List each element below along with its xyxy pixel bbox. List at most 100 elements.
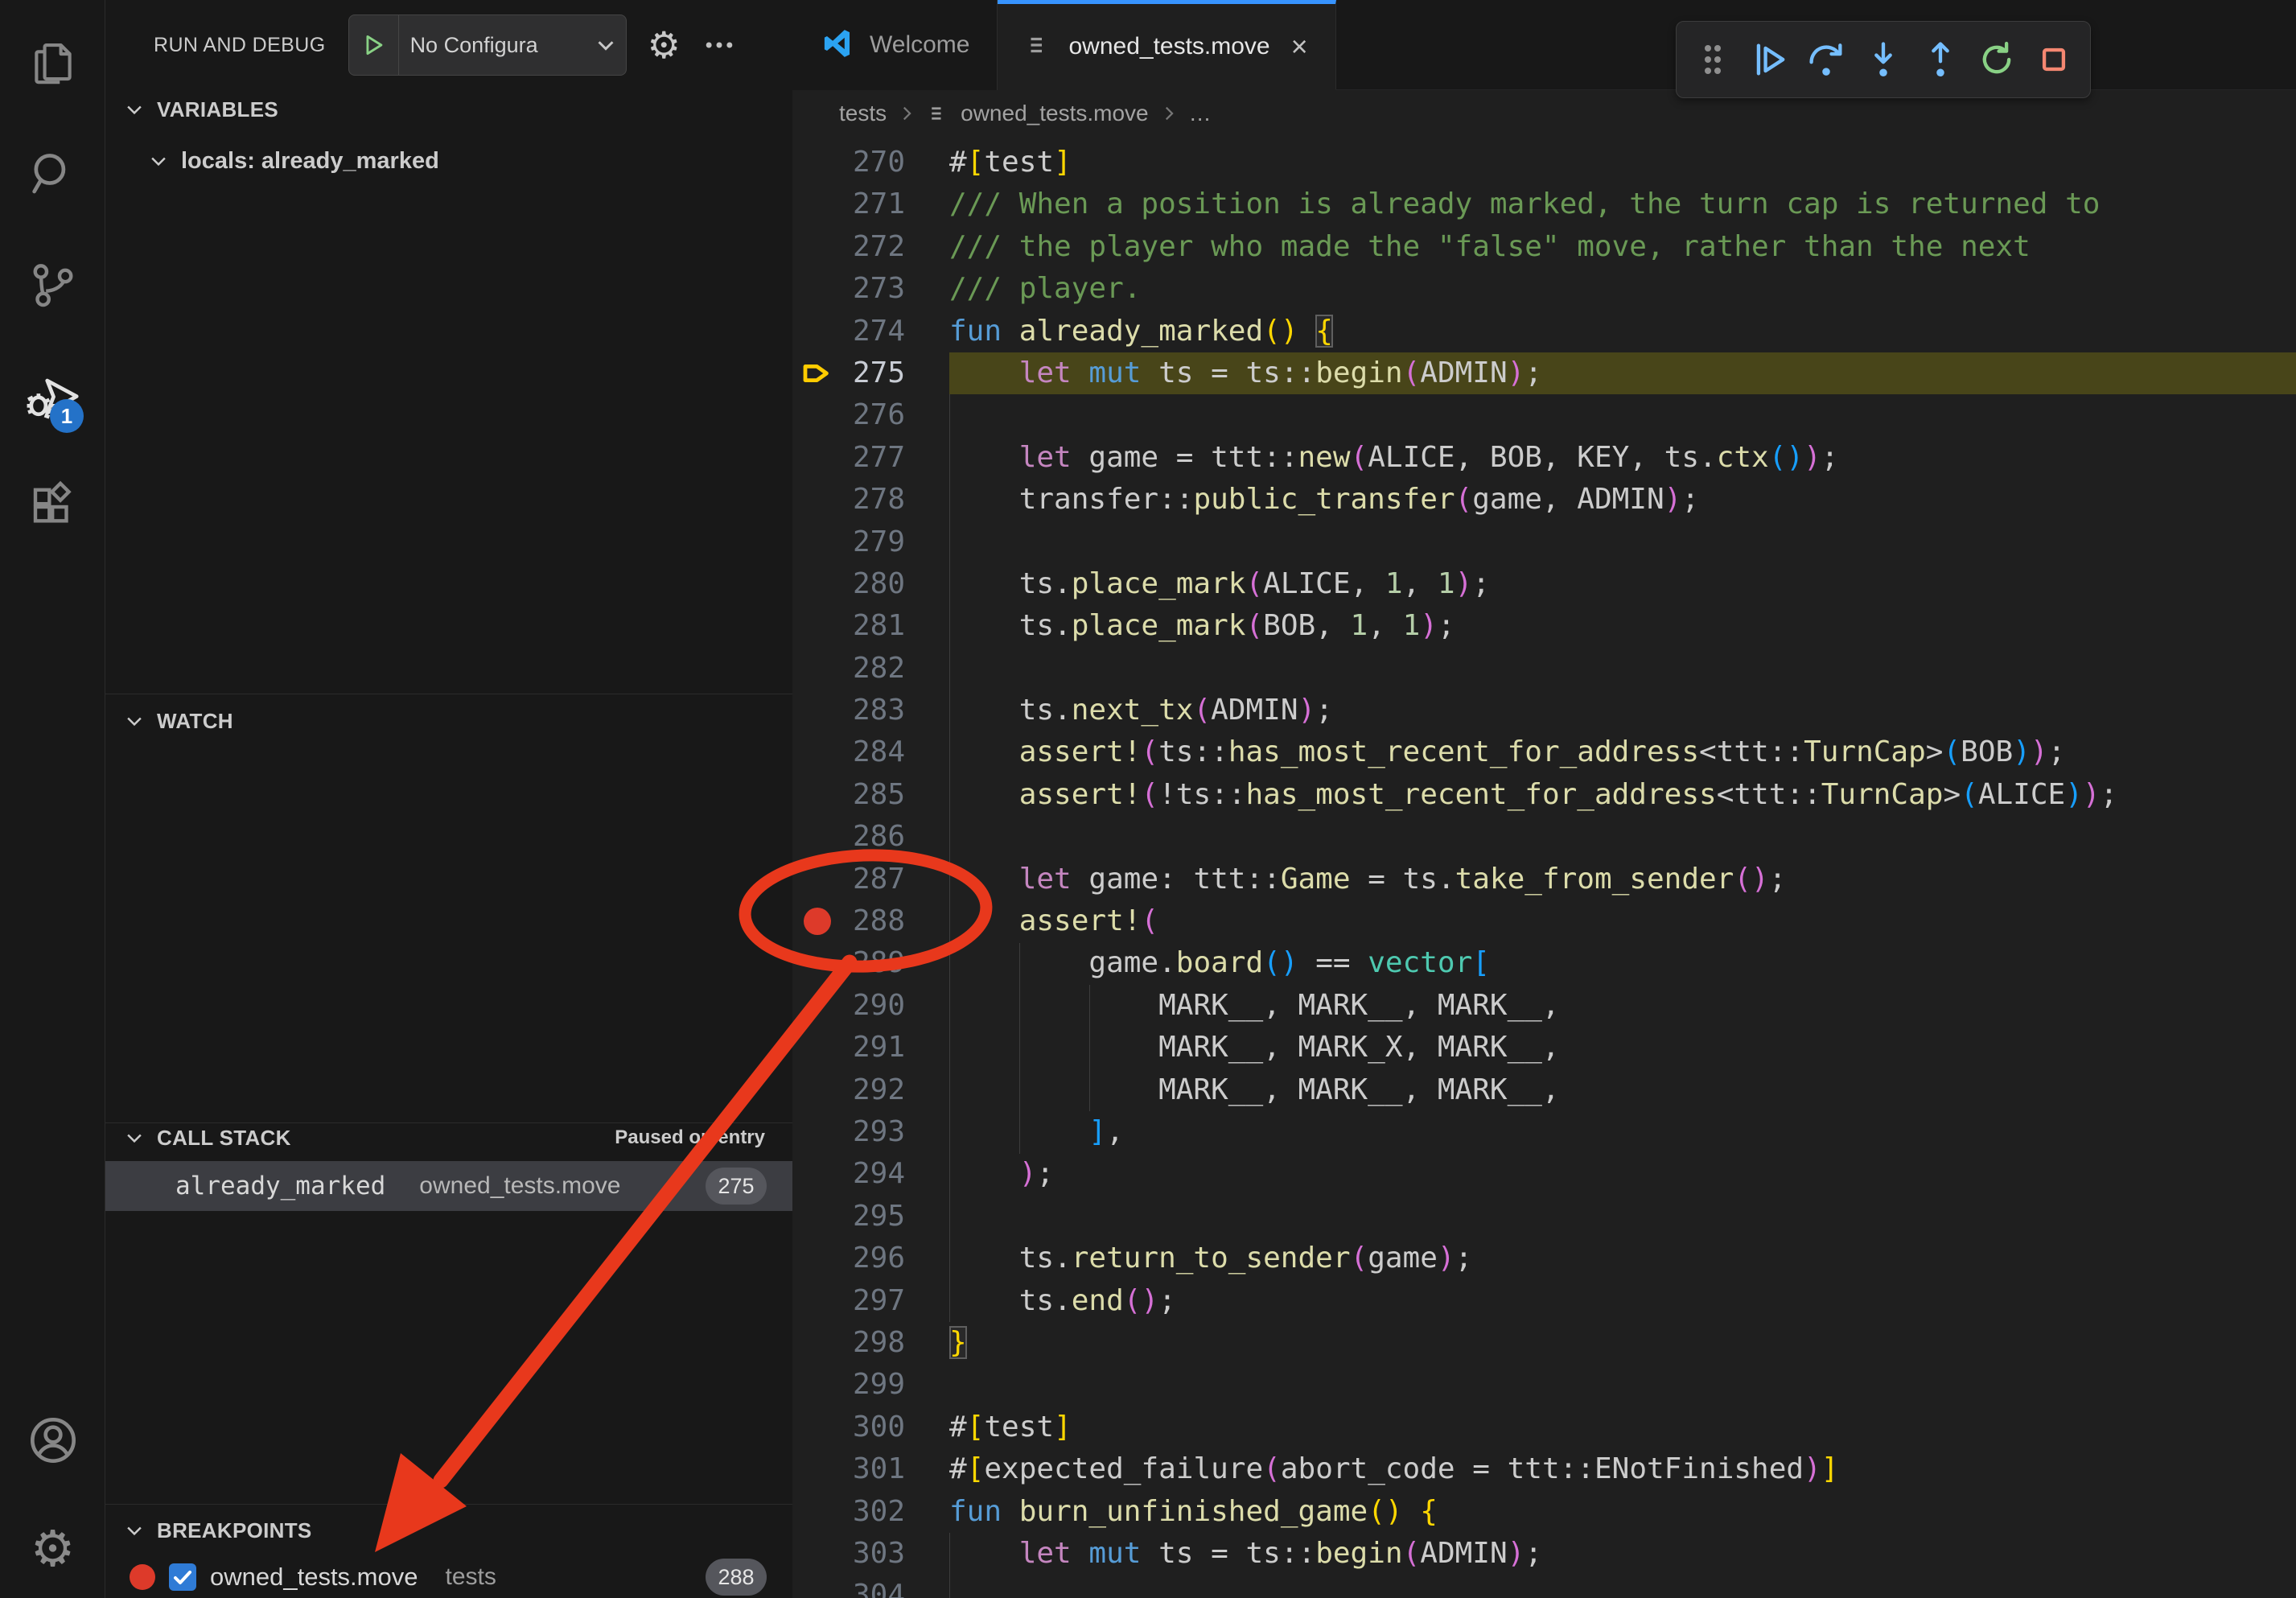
glyph-margin[interactable] xyxy=(792,605,842,647)
step-into-icon[interactable] xyxy=(1858,33,1909,86)
code-gutter[interactable]: 299 xyxy=(792,1364,949,1406)
launch-configuration-button[interactable]: No Configura xyxy=(348,14,627,76)
code-line-content[interactable]: ts.end(); xyxy=(949,1280,2296,1322)
tab-owned-tests-move[interactable]: owned_tests.move × xyxy=(998,0,1335,90)
account-icon[interactable] xyxy=(0,1400,105,1481)
code-gutter[interactable]: 288 xyxy=(792,900,949,942)
code-line-content[interactable]: assert!(!ts::has_most_recent_for_address… xyxy=(949,774,2296,816)
code-gutter[interactable]: 272 xyxy=(792,226,949,268)
glyph-margin[interactable] xyxy=(792,521,842,563)
code-line-content[interactable]: fun already_marked() { xyxy=(949,311,2296,352)
breakpoint-glyph-icon[interactable] xyxy=(792,900,842,942)
code-line-content[interactable]: let mut ts = ts::begin(ADMIN); xyxy=(949,1533,2296,1575)
code-line-content[interactable]: } xyxy=(949,1322,2296,1364)
code-line-content[interactable] xyxy=(949,816,2296,858)
glyph-margin[interactable] xyxy=(792,816,842,858)
settings-gear-icon[interactable]: ⚙ xyxy=(0,1509,105,1590)
breakpoint-list-item[interactable]: owned_tests.move tests 288 xyxy=(105,1556,792,1598)
glyph-margin[interactable] xyxy=(792,1069,842,1111)
code-gutter[interactable]: 296 xyxy=(792,1238,949,1279)
code-gutter[interactable]: 295 xyxy=(792,1196,949,1238)
code-gutter[interactable]: 294 xyxy=(792,1153,949,1195)
explorer-icon[interactable] xyxy=(0,23,105,103)
code-line-content[interactable]: /// player. xyxy=(949,268,2296,310)
code-line-content[interactable]: transfer::public_transfer(game, ADMIN); xyxy=(949,479,2296,521)
code-line-content[interactable]: assert!( xyxy=(949,900,2296,942)
glyph-margin[interactable] xyxy=(792,690,842,731)
code-gutter[interactable]: 286 xyxy=(792,816,949,858)
code-line-content[interactable]: MARK__, MARK__, MARK__, xyxy=(949,1069,2296,1111)
continue-icon[interactable] xyxy=(1745,33,1796,86)
code-gutter[interactable]: 270 xyxy=(792,142,949,183)
code-line-content[interactable]: ts.return_to_sender(game); xyxy=(949,1238,2296,1279)
glyph-margin[interactable] xyxy=(792,648,842,690)
code-line-content[interactable]: /// the player who made the "false" move… xyxy=(949,226,2296,268)
glyph-margin[interactable] xyxy=(792,774,842,816)
code-line-content[interactable] xyxy=(949,648,2296,690)
code-gutter[interactable]: 290 xyxy=(792,985,949,1027)
code-gutter[interactable]: 282 xyxy=(792,648,949,690)
debug-settings-gear-icon[interactable]: ⚙ xyxy=(648,27,681,64)
glyph-margin[interactable] xyxy=(792,437,842,479)
glyph-margin[interactable] xyxy=(792,1238,842,1279)
close-icon[interactable]: × xyxy=(1291,32,1308,61)
code-line-content[interactable]: let game = ttt::new(ALICE, BOB, KEY, ts.… xyxy=(949,437,2296,479)
glyph-margin[interactable] xyxy=(792,226,842,268)
code-line-content[interactable]: MARK__, MARK__, MARK__, xyxy=(949,985,2296,1027)
stop-icon[interactable] xyxy=(2028,33,2079,86)
glyph-margin[interactable] xyxy=(792,1196,842,1238)
glyph-margin[interactable] xyxy=(792,1364,842,1406)
breadcrumb-symbol[interactable]: … xyxy=(1189,101,1212,126)
glyph-margin[interactable] xyxy=(792,985,842,1027)
drag-handle[interactable] xyxy=(1688,33,1738,86)
code-gutter[interactable]: 271 xyxy=(792,183,949,225)
glyph-margin[interactable] xyxy=(792,1153,842,1195)
code-gutter[interactable]: 279 xyxy=(792,521,949,563)
glyph-margin[interactable] xyxy=(792,563,842,605)
code-line-content[interactable]: fun burn_unfinished_game() { xyxy=(949,1491,2296,1533)
code-gutter[interactable]: 283 xyxy=(792,690,949,731)
code-gutter[interactable]: 300 xyxy=(792,1406,949,1448)
variables-section-header[interactable]: VARIABLES xyxy=(105,85,792,134)
code-gutter[interactable]: 303 xyxy=(792,1533,949,1575)
glyph-margin[interactable] xyxy=(792,1575,842,1598)
glyph-margin[interactable] xyxy=(792,1533,842,1575)
code-line-content[interactable]: ], xyxy=(949,1111,2296,1153)
tab-welcome[interactable]: Welcome xyxy=(792,0,998,90)
watch-section-header[interactable]: WATCH xyxy=(105,697,792,745)
code-gutter[interactable]: 284 xyxy=(792,731,949,773)
code-gutter[interactable]: 292 xyxy=(792,1069,949,1111)
code-gutter[interactable]: 275 xyxy=(792,352,949,394)
code-line-content[interactable]: #[test] xyxy=(949,142,2296,183)
current-statement-arrow-icon[interactable] xyxy=(792,352,842,394)
code-gutter[interactable]: 293 xyxy=(792,1111,949,1153)
glyph-margin[interactable] xyxy=(792,1322,842,1364)
code-line-content[interactable]: ); xyxy=(949,1153,2296,1195)
glyph-margin[interactable] xyxy=(792,183,842,225)
code-gutter[interactable]: 302 xyxy=(792,1491,949,1533)
code-line-content[interactable] xyxy=(949,1196,2296,1238)
call-stack-frame-row[interactable]: already_marked owned_tests.move 275 xyxy=(105,1161,792,1211)
glyph-margin[interactable] xyxy=(792,1491,842,1533)
code-line-content[interactable]: ts.place_mark(BOB, 1, 1); xyxy=(949,605,2296,647)
glyph-margin[interactable] xyxy=(792,1280,842,1322)
code-gutter[interactable]: 285 xyxy=(792,774,949,816)
glyph-margin[interactable] xyxy=(792,731,842,773)
glyph-margin[interactable] xyxy=(792,311,842,352)
code-gutter[interactable]: 281 xyxy=(792,605,949,647)
code-line-content[interactable]: MARK__, MARK_X, MARK__, xyxy=(949,1027,2296,1069)
code-line-content[interactable] xyxy=(949,1575,2296,1598)
code-line-content[interactable]: let game: ttt::Game = ts.take_from_sende… xyxy=(949,859,2296,900)
code-line-content[interactable]: #[test] xyxy=(949,1406,2296,1448)
code-line-content[interactable]: ts.place_mark(ALICE, 1, 1); xyxy=(949,563,2296,605)
restart-icon[interactable] xyxy=(1972,33,2022,86)
code-gutter[interactable]: 291 xyxy=(792,1027,949,1069)
glyph-margin[interactable] xyxy=(792,479,842,521)
glyph-margin[interactable] xyxy=(792,142,842,183)
code-line-content[interactable]: ts.next_tx(ADMIN); xyxy=(949,690,2296,731)
code-gutter[interactable]: 276 xyxy=(792,394,949,436)
more-actions-icon[interactable] xyxy=(702,27,737,63)
code-line-content[interactable] xyxy=(949,1364,2296,1406)
code-gutter[interactable]: 297 xyxy=(792,1280,949,1322)
code-line-content[interactable]: let mut ts = ts::begin(ADMIN); xyxy=(949,352,2296,394)
